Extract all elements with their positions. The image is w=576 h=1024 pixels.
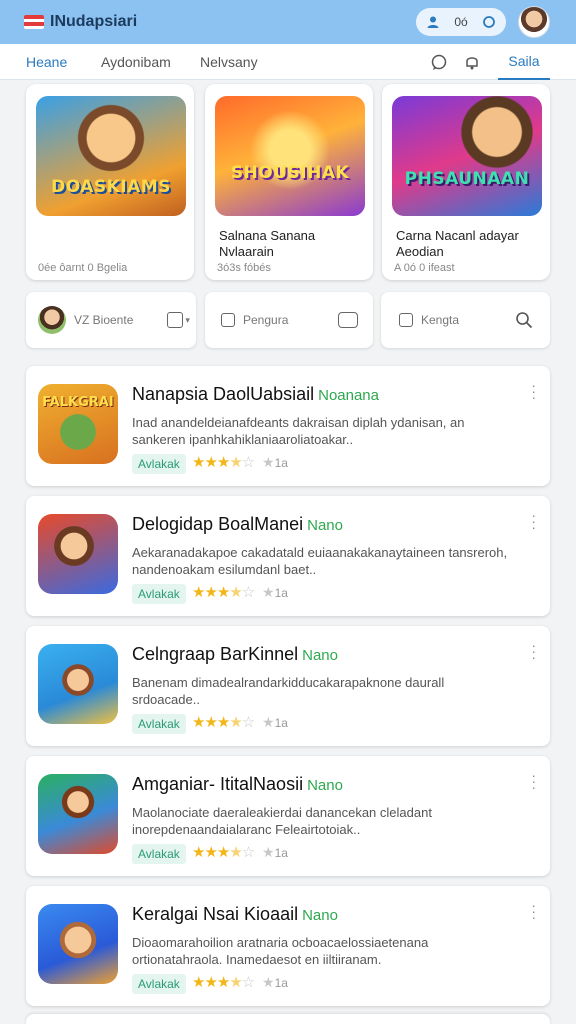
message-icon[interactable] xyxy=(338,312,359,328)
user-icon xyxy=(427,16,439,28)
app-card[interactable]: Amganiar- ItitalNaosii Nano Maolanociate … xyxy=(26,756,550,876)
chip-label: Pengura xyxy=(243,313,289,327)
more-options-icon[interactable]: · · · xyxy=(531,638,536,664)
app-icon xyxy=(38,514,118,594)
chat-icon[interactable] xyxy=(430,53,448,71)
featured-art-label: SHOUSIHAK xyxy=(230,163,350,183)
rating-count: ★1a xyxy=(262,844,288,860)
star-rating: ★★★★☆ xyxy=(192,454,255,471)
profile-avatar[interactable] xyxy=(518,6,550,38)
status-badge: Avlakak xyxy=(132,584,186,604)
app-title: Keralgai Nsai Kioaail Nano xyxy=(132,904,338,924)
status-badge: Avlakak xyxy=(132,714,186,734)
app-description: Banenam dimadealrandarkidducakarapaknone… xyxy=(132,675,445,707)
app-icon xyxy=(38,904,118,984)
star-rating: ★★★★☆ xyxy=(192,844,255,861)
more-options-icon[interactable]: · · · xyxy=(531,508,536,534)
filter-chip[interactable]: Kengta xyxy=(381,292,550,348)
star-outline-icon: ★ xyxy=(262,844,275,860)
search-icon[interactable] xyxy=(515,311,533,329)
app-title: Nanapsia DaolUabsiail Noanana xyxy=(132,384,379,404)
tab-active[interactable]: Saila xyxy=(498,44,550,80)
tab-second[interactable]: Aydonibam xyxy=(101,44,171,80)
app-card[interactable]: FALKGRAI Nanapsia DaolUabsiail Noanana In… xyxy=(26,366,550,486)
edit-icon[interactable] xyxy=(167,312,184,328)
star-outline-icon: ★ xyxy=(262,974,275,990)
featured-art-label: DOASKIAMS xyxy=(51,177,171,197)
app-accent-label: Noanana xyxy=(318,387,379,404)
app-icon: FALKGRAI xyxy=(38,384,118,464)
app-description: Maolanociate daeraleakierdai danancekan … xyxy=(132,805,432,837)
rating-count: ★1a xyxy=(262,454,288,470)
bell-icon[interactable] xyxy=(463,53,481,71)
rating-count: ★1a xyxy=(262,584,288,600)
app-description: Dioaomarahoilion aratnaria ocboacaelossi… xyxy=(132,935,429,967)
featured-card[interactable]: SHOUSIHAK Salnana Sanana Nvlaarain 3ó3s … xyxy=(205,84,373,280)
featured-meta: 0ée ôarnt 0 Bgelia xyxy=(38,262,128,274)
more-options-icon[interactable]: · · · xyxy=(531,378,536,404)
tab-home[interactable]: Heane xyxy=(26,44,67,80)
calendar-icon xyxy=(221,313,235,327)
star-outline-icon: ★ xyxy=(262,454,275,470)
app-title: Amganiar- ItitalNaosii Nano xyxy=(132,774,343,794)
filter-chip[interactable]: Pengura xyxy=(205,292,373,348)
app-description: Inad anandeldeianafdeants dakraisan dipl… xyxy=(132,415,465,447)
more-options-icon[interactable]: · · · xyxy=(531,768,536,794)
featured-title: Salnana Sanana Nvlaarain xyxy=(219,228,316,259)
star-outline-icon: ★ xyxy=(262,714,275,730)
app-accent-label: Nano xyxy=(302,907,338,924)
featured-meta: 3ó3s fóbés xyxy=(217,262,271,274)
app-accent-label: Nano xyxy=(307,517,343,534)
app-card[interactable]: Delogidap BoalManei Nano Aekaranadakapoe … xyxy=(26,496,550,616)
account-pill[interactable]: 0ó xyxy=(416,8,506,36)
top-app-bar: INudapsiari 0ó xyxy=(0,0,576,44)
status-badge: Avlakak xyxy=(132,844,186,864)
featured-artwork: DOASKIAMS xyxy=(36,96,186,216)
featured-art-label: PHSAUNAAN xyxy=(404,169,530,189)
app-card[interactable]: Celngraap BarKinnel Nano Banenam dimadeal… xyxy=(26,626,550,746)
featured-card[interactable]: PHSAUNAAN Carna Nacanl adayar Aeodian A … xyxy=(382,84,550,280)
tab-third[interactable]: Nelvsany xyxy=(200,44,258,80)
app-card[interactable]: Keralgai Nsai Kioaail Nano Dioaomarahoili… xyxy=(26,886,550,1006)
star-rating: ★★★★☆ xyxy=(192,584,255,601)
status-badge: Avlakak xyxy=(132,974,186,994)
app-title: INudapsiari xyxy=(50,13,138,30)
chip-label: Kengta xyxy=(421,313,460,327)
status-badge: Avlakak xyxy=(132,454,186,474)
account-pill-text: 0ó xyxy=(454,15,468,29)
app-title: Celngraap BarKinnel Nano xyxy=(132,644,338,664)
refresh-icon[interactable] xyxy=(482,15,496,29)
flag-icon xyxy=(24,15,44,29)
app-card-partial[interactable] xyxy=(26,1014,550,1024)
app-accent-label: Nano xyxy=(302,647,338,664)
app-icon xyxy=(38,644,118,724)
app-icon xyxy=(38,774,118,854)
rating-count: ★1a xyxy=(262,974,288,990)
filter-chip[interactable]: VZ Bioente ▾ xyxy=(26,292,196,348)
chip-avatar xyxy=(38,306,66,334)
featured-meta: A 0ó 0 ifeast xyxy=(394,262,455,274)
featured-artwork: PHSAUNAAN xyxy=(392,96,542,216)
app-accent-label: Nano xyxy=(307,777,343,794)
checkbox-icon xyxy=(399,313,413,327)
more-options-icon[interactable]: · · · xyxy=(531,898,536,924)
featured-title: Carna Nacanl adayar Aeodian xyxy=(396,228,519,259)
star-outline-icon: ★ xyxy=(262,584,275,600)
dropdown-icon: ▾ xyxy=(185,314,190,325)
star-rating: ★★★★☆ xyxy=(192,714,255,731)
app-description: Aekaranadakapoe cakadatald euiaanakakana… xyxy=(132,545,508,577)
star-rating: ★★★★☆ xyxy=(192,974,255,991)
featured-card[interactable]: DOASKIAMS 0ée ôarnt 0 Bgelia xyxy=(26,84,194,280)
chip-label: VZ Bioente xyxy=(74,313,134,327)
rating-count: ★1a xyxy=(262,714,288,730)
app-title: Delogidap BoalManei Nano xyxy=(132,514,343,534)
featured-artwork: SHOUSIHAK xyxy=(215,96,365,216)
tab-bar: Heane Aydonibam Nelvsany Saila xyxy=(0,44,576,80)
